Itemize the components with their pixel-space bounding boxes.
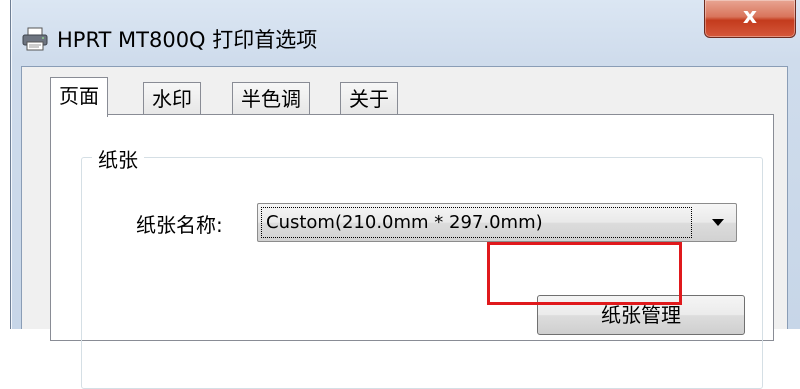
tab-halftone-label: 半色调	[241, 87, 301, 111]
tab-watermark[interactable]: 水印	[143, 82, 201, 116]
tab-page[interactable]: 页面	[50, 77, 108, 117]
tab-watermark-label: 水印	[152, 87, 192, 111]
paper-management-button[interactable]: 纸张管理	[537, 295, 745, 335]
window-title: HPRT MT800Q 打印首选项	[57, 28, 318, 52]
paper-name-dropdown[interactable]: Custom(210.0mm * 297.0mm)	[257, 203, 737, 242]
close-button[interactable]: x	[704, 0, 796, 38]
paper-name-value: Custom(210.0mm * 297.0mm)	[261, 207, 692, 238]
close-icon: x	[742, 4, 758, 29]
tab-about[interactable]: 关于	[340, 82, 398, 116]
tab-halftone[interactable]: 半色调	[232, 82, 310, 116]
tab-about-label: 关于	[349, 87, 389, 111]
page-tab-panel: 纸张 纸张名称: Custom(210.0mm * 297.0mm) 纸张管理	[50, 114, 774, 389]
paper-groupbox: 纸张 纸张名称: Custom(210.0mm * 297.0mm) 纸张管理	[81, 144, 763, 389]
dialog-client-area: 页面 水印 半色调 关于 纸张 纸张名称: Custom(210.0mm * 2…	[21, 66, 788, 389]
paper-group-label: 纸张	[92, 144, 144, 173]
paper-name-label: 纸张名称:	[136, 213, 223, 237]
tab-page-label: 页面	[59, 84, 99, 108]
printer-icon	[22, 27, 48, 51]
printer-preferences-window: HPRT MT800Q 打印首选项 x 页面 水印 半色调 关于 纸张 纸张名称…	[10, 0, 800, 389]
paper-management-label: 纸张管理	[601, 303, 681, 327]
title-bar[interactable]: HPRT MT800Q 打印首选项 x	[11, 0, 800, 66]
chevron-down-icon	[712, 219, 724, 226]
